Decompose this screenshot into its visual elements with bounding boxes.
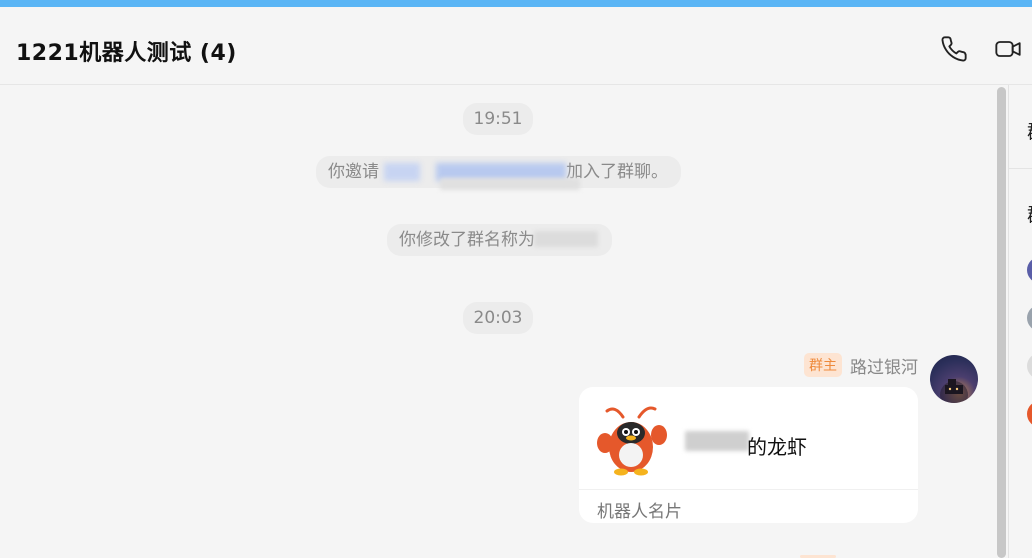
member-avatar[interactable] (1027, 305, 1032, 331)
system-message-text-tail: 加入了群聊。 (566, 162, 668, 182)
side-panel-heading: 群 (1027, 117, 1032, 144)
chat-header: 1221机器人测试 (4) (0, 7, 1032, 85)
timestamp: 20:03 (463, 302, 533, 334)
window-top-accent-bar (0, 0, 1032, 7)
video-call-icon[interactable] (994, 35, 1022, 63)
sender-name[interactable]: 路过银河 (850, 353, 918, 378)
member-avatar[interactable] (1027, 257, 1032, 283)
member-avatar[interactable] (1027, 353, 1032, 379)
bot-card-body: 的龙虾 (579, 387, 918, 490)
group-owner-badge: 群主 (804, 353, 842, 377)
bot-card[interactable]: 的龙虾 机器人名片 (579, 387, 918, 523)
redacted-name (384, 163, 420, 181)
chat-title: 1221机器人测试 (4) (16, 41, 237, 66)
scrollbar-thumb[interactable] (997, 87, 1006, 558)
bot-card-footer: 机器人名片 (597, 502, 682, 522)
message-sender-row: 群主 路过银河 (804, 353, 918, 378)
timestamp: 19:51 (463, 103, 533, 135)
member-avatar[interactable] (1027, 401, 1032, 427)
group-info-panel: 群 群 (1008, 85, 1032, 558)
system-message-text: 你邀请 (328, 162, 379, 182)
redacted-blur (440, 178, 580, 190)
side-panel-heading: 群 (1027, 200, 1032, 227)
redacted-owner-name (685, 431, 749, 451)
lobster-penguin-avatar-icon (595, 403, 671, 479)
side-panel-divider (1009, 168, 1032, 169)
redacted-group-name (534, 231, 598, 247)
bot-card-name: 的龙虾 (747, 435, 807, 459)
message-list[interactable]: 19:51 你邀请 加入了群聊。 你修改了群名称为 20:03 群主 路过银河 (0, 85, 1000, 558)
system-message-text: 你修改了群名称为 (399, 230, 535, 250)
sender-avatar[interactable] (930, 355, 978, 403)
phone-icon[interactable] (940, 35, 968, 63)
